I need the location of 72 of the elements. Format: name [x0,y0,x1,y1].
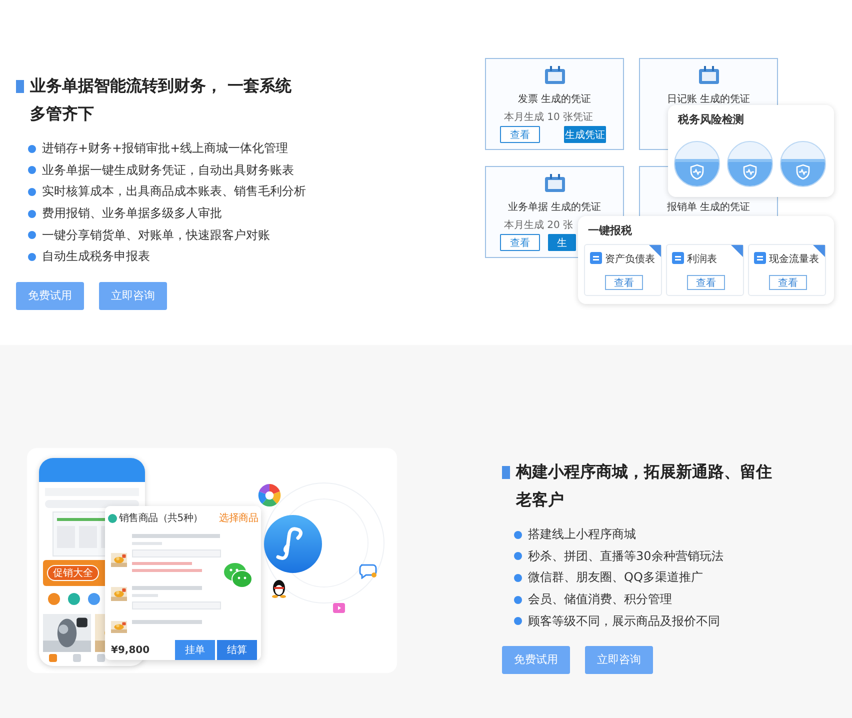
card-title: 业务单据 生成的凭证 [506,200,602,214]
consult-button[interactable]: 立即咨询 [585,646,653,674]
card-title: 日记账 生成的凭证 [666,92,752,106]
chat-bubbles-icon [223,562,253,589]
category-icons-drawing [47,592,101,606]
promo-label: 促销大全 [47,565,99,581]
report-name: 资产负债表 [605,252,655,266]
feature-text: 业务单据一键生成财务凭证，自动出具财务账表 [42,162,294,179]
feature-text: 进销存+财务+报销审批+线上商城一体化管理 [42,140,288,158]
free-trial-button[interactable]: 免费试用 [502,646,570,674]
report-icon [671,251,685,265]
report-icon [753,251,767,265]
feature-text: 搭建线上小程序商城 [528,526,636,544]
view-button[interactable]: 查看 [500,126,540,143]
card-note: 本月生成 20 张 [504,218,574,232]
card-note: 本月生成 10 张凭证 [504,110,594,124]
generate-button[interactable]: 生 [548,234,576,251]
hold-order-button[interactable]: 挂单 [175,640,215,660]
bullet-dot [28,144,36,153]
bullet-dot [514,530,522,539]
view-button[interactable]: 查看 [605,275,643,290]
section-heading: 业务单据智能流转到财务， 一套系统多管齐下 [30,75,292,125]
view-button[interactable]: 查看 [769,275,807,290]
report-name: 现金流量表 [769,252,819,266]
free-trial-button[interactable]: 免费试用 [16,282,84,310]
popup-title: 销售商品（共5种） [119,512,203,525]
feature-text: 秒杀、拼团、直播等30余种营销玩法 [528,548,724,565]
bullet-dot [28,252,36,261]
bullet-dot [514,552,522,560]
shield-icon [690,164,704,180]
calendar-icon [697,65,721,87]
bullet-dot [514,574,522,582]
bullet-dot [28,210,36,218]
bullet-dot [514,596,522,604]
view-button[interactable]: 查看 [500,234,540,251]
tab-bar-icons-drawing [49,654,105,662]
feature-text: 费用报销、业务单据多级多人审批 [42,205,222,222]
bullet-dot [28,231,36,240]
heading-marker [16,80,24,93]
penguin-icon [271,578,287,598]
panel-title: 税务风险检测 [678,112,744,127]
bag-icon [108,514,117,522]
shield-icon [796,164,810,180]
speech-bubble-icon [358,563,378,579]
shield-icon [743,164,757,180]
heading-marker [502,466,510,479]
calendar-icon [543,173,567,195]
feature-text: 一键分享销货单、对账单，快速跟客户对账 [42,226,270,244]
bullet-dot [28,166,36,174]
bullet-dot [514,617,522,626]
checkout-button[interactable]: 结算 [217,640,257,660]
consult-button[interactable]: 立即咨询 [99,282,167,310]
view-button[interactable]: 查看 [687,275,725,290]
feature-text: 会员、储值消费、积分管理 [528,591,672,608]
section-heading: 构建小程序商城，拓展新通路、留住老客户 [516,461,773,511]
report-name: 利润表 [687,252,717,266]
feature-text: 顾客等级不同，展示商品及报价不同 [528,612,720,630]
panel-title: 一键报税 [588,223,632,238]
calendar-icon [543,65,567,87]
card-title: 报销单 生成的凭证 [666,200,752,214]
generate-button[interactable]: 生成凭证 [564,126,606,143]
corner-tag-icon [731,245,743,257]
aperture-icon [257,483,282,508]
select-link[interactable]: 选择商品 [219,511,258,525]
app-logo-icon [263,514,323,574]
video-icon [333,603,345,613]
bullet-dot [28,188,36,196]
feature-text: 实时核算成本，出具商品成本账表、销售毛利分析 [42,183,306,200]
feature-text: 自动生成税务申报表 [42,248,150,266]
feature-text: 微信群、朋友圈、QQ多渠道推广 [528,569,703,586]
report-icon [589,251,603,265]
card-title: 发票 生成的凭证 [516,92,592,106]
